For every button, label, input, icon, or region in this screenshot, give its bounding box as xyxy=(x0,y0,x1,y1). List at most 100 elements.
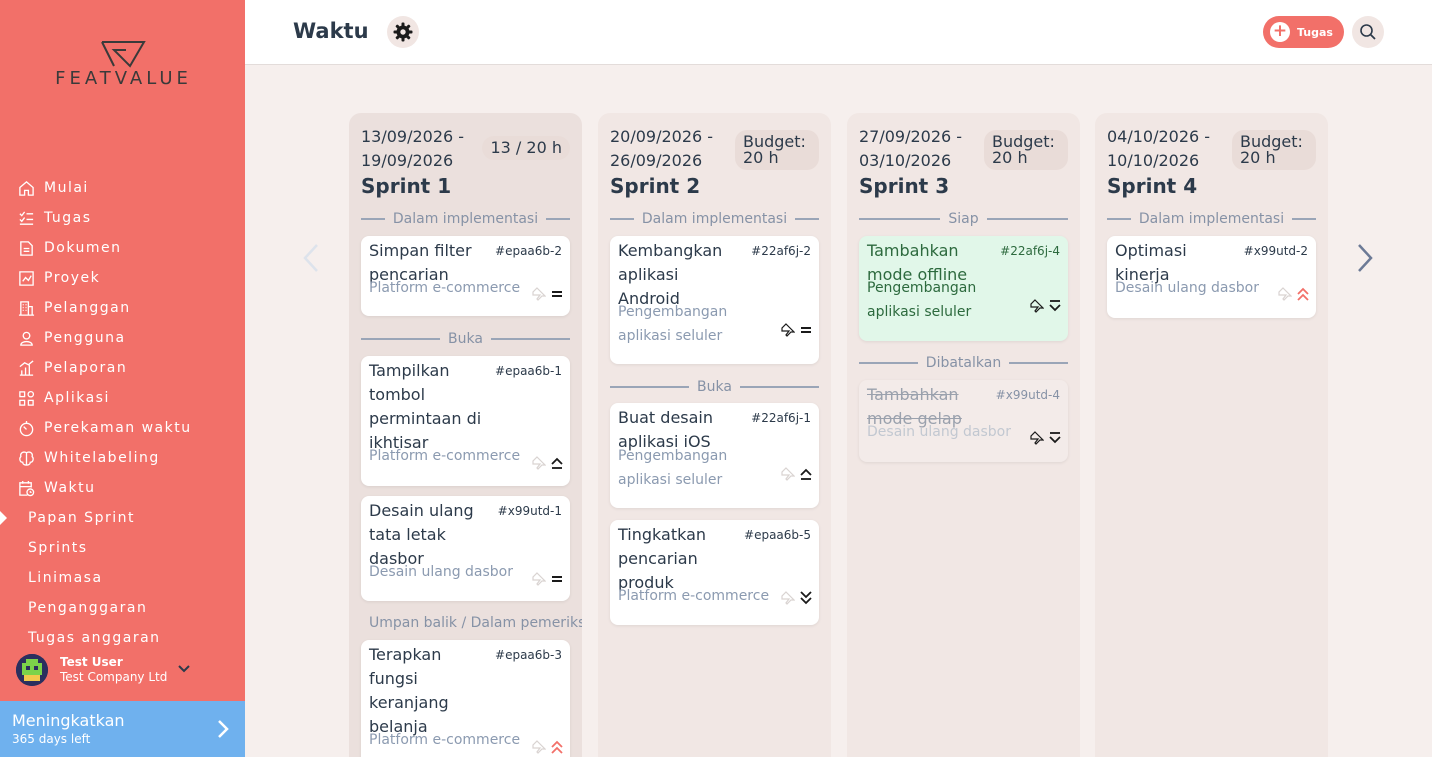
sprint-title[interactable]: Sprint 4 xyxy=(1107,174,1197,198)
sprint-budget-badge: Budget: 20 h xyxy=(984,130,1068,170)
sidebar-item-label: Proyek xyxy=(44,270,101,286)
task-card[interactable]: Buat desain aplikasi iOS #22af6j-1 Pengemb… xyxy=(610,403,819,508)
sprint-dates: 20/09/2026 - 26/09/2026 xyxy=(610,127,714,170)
pin-icon[interactable] xyxy=(1030,430,1045,445)
sidebar-item-aplikasi[interactable]: Aplikasi xyxy=(0,383,245,413)
task-card[interactable]: Terapkan fungsi keranjang belanja #epaa6b… xyxy=(361,640,570,757)
pin-icon[interactable] xyxy=(781,590,796,605)
sprint-budget-badge: 13 / 20 h xyxy=(482,136,570,160)
priority-medium-icon xyxy=(551,286,563,300)
pin-icon[interactable] xyxy=(1278,286,1293,301)
logo-mark-icon xyxy=(101,41,146,68)
pin-icon[interactable] xyxy=(532,455,547,470)
sprint-title[interactable]: Sprint 2 xyxy=(610,174,700,198)
task-project: Platform e-commerce xyxy=(369,448,521,464)
settings-button[interactable] xyxy=(387,16,419,48)
task-card[interactable]: Optimasi kinerja #x99utd-2 Desain ulang da… xyxy=(1107,236,1316,318)
status-group-label: Dalam implementasi xyxy=(641,211,788,227)
task-id: #epaa6b-3 xyxy=(495,648,562,662)
status-group-header: Buka xyxy=(361,331,571,347)
task-project: Platform e-commerce xyxy=(618,588,770,604)
sidebar-item-whitelabeling[interactable]: Whitelabeling xyxy=(0,443,245,473)
timer-icon xyxy=(17,419,35,437)
pin-icon[interactable] xyxy=(1030,298,1045,313)
task-card[interactable]: Tambahkan mode gelap #x99utd-4 Desain ulan… xyxy=(859,380,1068,462)
sidebar-subitem-papan-sprint[interactable]: Papan Sprint xyxy=(0,503,245,533)
sidebar-subitem-linimasa[interactable]: Linimasa xyxy=(0,563,245,593)
upgrade-banner[interactable]: Meningkatkan 365 days left xyxy=(0,701,245,757)
sidebar-item-pelanggan[interactable]: Pelanggan xyxy=(0,293,245,323)
previous-arrow-icon[interactable] xyxy=(302,243,320,273)
priority-lowest-icon xyxy=(800,590,812,605)
user-menu[interactable]: Test User Test Company Ltd xyxy=(16,652,231,688)
sidebar-item-pengguna[interactable]: Pengguna xyxy=(0,323,245,353)
sidebar-subitem-label: Papan Sprint xyxy=(28,510,135,526)
sidebar-item-dokumen[interactable]: Dokumen xyxy=(0,233,245,263)
divider xyxy=(1292,218,1316,220)
task-card[interactable]: Tampilkan tombol permintaan di ikhtisar #… xyxy=(361,356,570,486)
task-card[interactable]: Simpan filter pencarian #epaa6b-2 Platform… xyxy=(361,236,570,316)
home-icon xyxy=(17,179,35,197)
pin-icon[interactable] xyxy=(781,322,796,337)
pin-icon[interactable] xyxy=(532,571,547,586)
sidebar-item-mulai[interactable]: Mulai xyxy=(0,173,245,203)
sidebar-item-label: Tugas xyxy=(44,210,92,226)
task-title: Terapkan fungsi keranjang belanja xyxy=(369,645,449,736)
status-group-header: Buka xyxy=(610,379,820,395)
sidebar-subitem-penganggaran[interactable]: Penganggaran xyxy=(0,593,245,623)
priority-urgent-icon xyxy=(1297,286,1309,301)
sidebar-item-proyek[interactable]: Proyek xyxy=(0,263,245,293)
sidebar-subitem-label: Sprints xyxy=(28,540,88,556)
task-project: Pengembangan aplikasi seluler xyxy=(867,280,977,320)
avatar xyxy=(16,654,48,686)
sidebar-nav: Mulai Tugas Dokumen Proyek Pelanggan Pen… xyxy=(0,173,245,653)
sidebar-subitem-tugas-anggaran[interactable]: Tugas anggaran xyxy=(0,623,245,653)
pin-icon[interactable] xyxy=(532,286,547,301)
task-id: #22af6j-4 xyxy=(1000,244,1060,258)
gear-icon xyxy=(393,22,413,42)
divider xyxy=(986,218,1068,220)
sidebar-subitem-label: Linimasa xyxy=(28,570,103,586)
topbar: Waktu + Tugas xyxy=(245,0,1432,65)
pin-icon[interactable] xyxy=(781,466,796,481)
sidebar-item-pelaporan[interactable]: Pelaporan xyxy=(0,353,245,383)
brain-icon xyxy=(17,449,35,467)
sidebar-item-tugas[interactable]: Tugas xyxy=(0,203,245,233)
sidebar-item-label: Mulai xyxy=(44,180,89,196)
status-group-header: Dalam implementasi xyxy=(1107,211,1316,227)
sidebar-subitem-sprints[interactable]: Sprints xyxy=(0,533,245,563)
sprint-dates: 13/09/2026 - 19/09/2026 xyxy=(361,127,465,170)
sidebar-item-label: Waktu xyxy=(44,480,96,496)
status-group-label: Dibatalkan xyxy=(925,355,1002,371)
divider xyxy=(859,362,918,364)
task-project: Platform e-commerce xyxy=(369,732,521,748)
sidebar-item-waktu[interactable]: Waktu xyxy=(0,473,245,503)
pin-icon[interactable] xyxy=(532,739,547,754)
priority-low-icon xyxy=(1049,298,1061,312)
calendar-clock-icon xyxy=(17,479,35,497)
task-card[interactable]: Tambahkan mode offline #22af6j-4 Pengemban… xyxy=(859,236,1068,341)
divider xyxy=(610,386,690,388)
task-project: Platform e-commerce xyxy=(369,280,521,296)
logo[interactable]: FEATVALUE xyxy=(36,40,211,90)
task-card[interactable]: Tingkatkan pencarian produk #epaa6b-5 Plat… xyxy=(610,520,819,625)
add-task-label: Tugas xyxy=(1297,25,1333,39)
status-group-label: Buka xyxy=(448,331,483,347)
status-group-label: Umpan balik / Dalam pemeriksaan xyxy=(369,615,582,631)
sidebar-item-perekaman-waktu[interactable]: Perekaman waktu xyxy=(0,413,245,443)
sidebar-item-label: Pengguna xyxy=(44,330,126,346)
sprint-title[interactable]: Sprint 1 xyxy=(361,174,451,198)
sprint-title[interactable]: Sprint 3 xyxy=(859,174,949,198)
next-arrow-icon[interactable] xyxy=(1356,243,1374,273)
task-card[interactable]: Desain ulang tata letak dasbor #x99utd-1 D… xyxy=(361,496,570,601)
task-title: Tampilkan tombol permintaan di ikhtisar xyxy=(369,361,482,452)
task-card[interactable]: Kembangkan aplikasi Android #22af6j-2 Peng… xyxy=(610,236,819,364)
user-icon xyxy=(17,329,35,347)
sprint-dates: 04/10/2026 - 10/10/2026 xyxy=(1107,127,1211,170)
divider xyxy=(1107,218,1131,220)
search-button[interactable] xyxy=(1352,16,1384,48)
priority-high-icon xyxy=(800,466,812,480)
apps-icon xyxy=(17,389,35,407)
sidebar-subitem-label: Tugas anggaran xyxy=(28,630,161,646)
add-task-button[interactable]: + Tugas xyxy=(1263,16,1344,48)
